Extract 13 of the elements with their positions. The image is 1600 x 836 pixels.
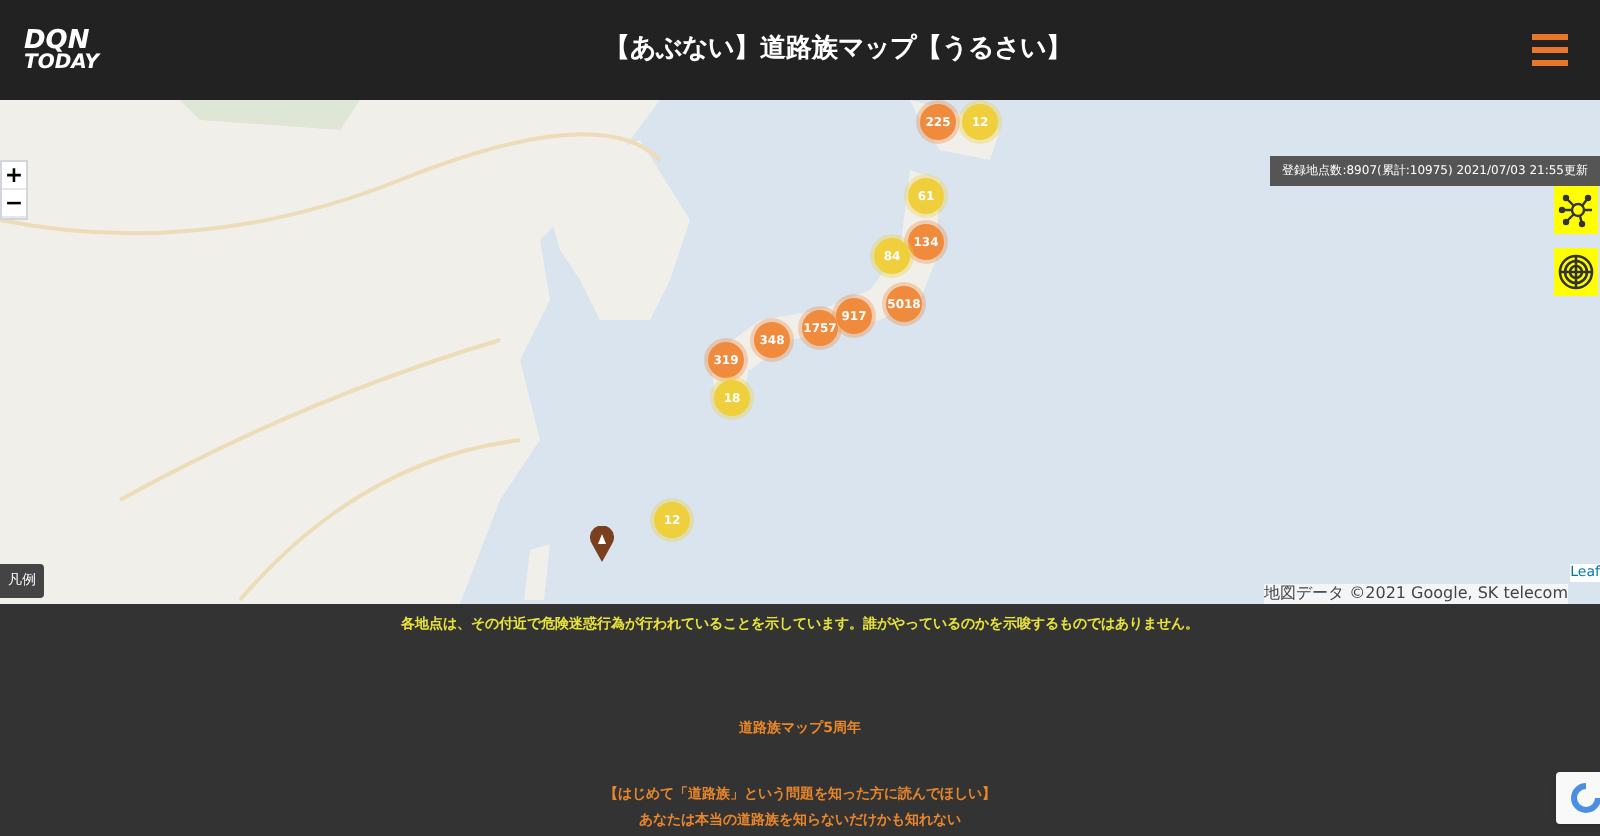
zoom-out-button[interactable]: −	[2, 190, 26, 218]
recaptcha-badge[interactable]	[1556, 772, 1600, 824]
target-icon	[1558, 254, 1594, 290]
page-title: 【あぶない】道路族マップ【うるさい】	[604, 31, 1072, 69]
target-button[interactable]	[1554, 248, 1598, 296]
logo[interactable]: DQN TODAY	[24, 27, 144, 73]
network-icon	[1558, 192, 1594, 228]
map-pin-icon[interactable]	[590, 526, 614, 562]
zoom-in-button[interactable]: +	[2, 162, 26, 190]
recaptcha-icon	[1570, 782, 1600, 814]
menu-icon[interactable]	[1532, 34, 1568, 66]
network-button[interactable]	[1554, 186, 1598, 234]
map-attribution: 地図データ ©2021 Google, SK telecom	[1264, 584, 1568, 604]
